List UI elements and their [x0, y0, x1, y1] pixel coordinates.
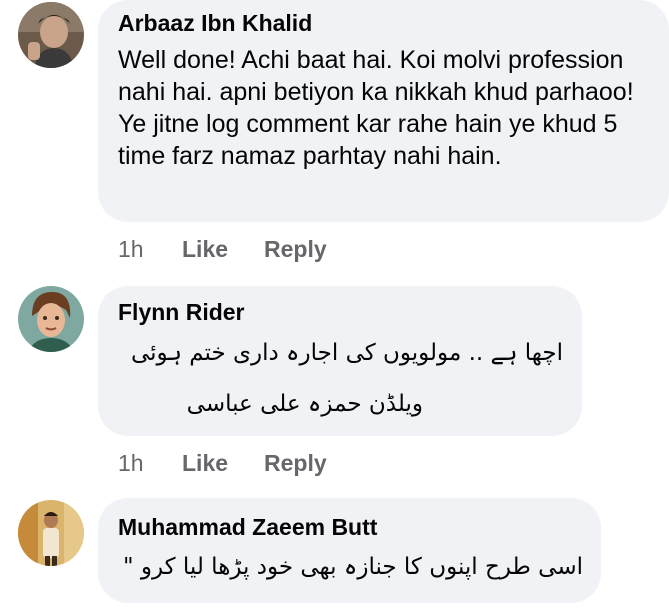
avatar[interactable] — [18, 286, 84, 352]
reply-button[interactable]: Reply — [264, 450, 327, 477]
comment-item: Muhammad Zaeem Butt اسی طرح اپنوں کا جنا… — [0, 490, 669, 611]
comment-text-line: اسی طرح اپنوں کا جنازہ بھی خود پڑھا لیا … — [122, 554, 583, 580]
profile-photo-icon — [18, 500, 84, 566]
comment-item: Arbaaz Ibn Khalid Well done! Achi baat h… — [0, 0, 669, 280]
like-button[interactable]: Like — [182, 450, 228, 477]
comment-timestamp[interactable]: 1h — [118, 236, 144, 263]
profile-photo-icon — [18, 2, 84, 68]
like-button[interactable]: Like — [182, 236, 228, 263]
comment-text-line: ویلڈن حمزہ علی عباسی — [186, 391, 423, 417]
comment-actions: 1h Like Reply — [118, 236, 418, 266]
avatar[interactable] — [18, 2, 84, 68]
comment-text-line: اچھا ہے .. مولویوں کی اجارہ داری ختم ہوئ… — [130, 340, 563, 366]
comment-actions: 1h Like Reply — [118, 450, 418, 480]
comment-author[interactable]: Muhammad Zaeem Butt — [118, 514, 377, 541]
comment-timestamp[interactable]: 1h — [118, 450, 144, 477]
avatar[interactable] — [18, 500, 84, 566]
comment-item: Flynn Rider اچھا ہے .. مولویوں کی اجارہ … — [0, 280, 669, 490]
comment-author[interactable]: Flynn Rider — [118, 299, 245, 326]
comment-author[interactable]: Arbaaz Ibn Khalid — [118, 10, 312, 37]
comment-text: Well done! Achi baat hai. Koi molvi prof… — [118, 46, 634, 170]
cartoon-avatar-icon — [18, 286, 84, 352]
reply-button[interactable]: Reply — [264, 236, 327, 263]
